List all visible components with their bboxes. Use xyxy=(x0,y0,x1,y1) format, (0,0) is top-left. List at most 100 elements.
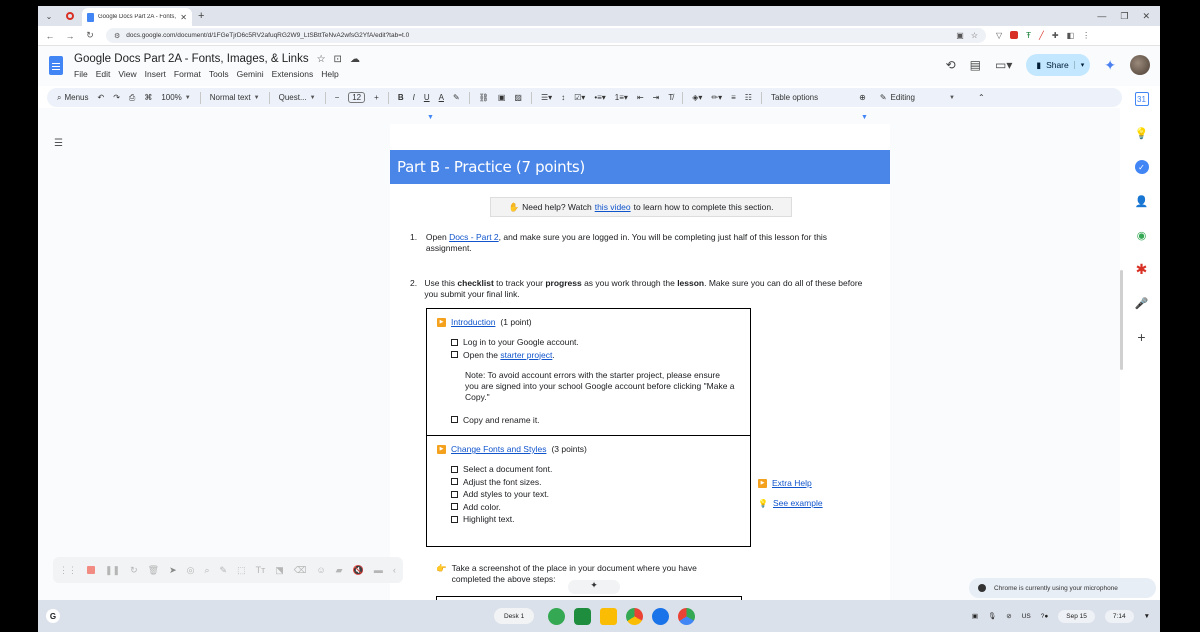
change-fonts-link[interactable]: Change Fonts and Styles xyxy=(451,444,546,454)
share-button[interactable]: ▮ Share ▾ xyxy=(1026,54,1091,76)
calendar-icon[interactable]: 31 xyxy=(1134,92,1149,106)
text-extension-icon[interactable]: Ŧ xyxy=(1026,31,1031,40)
time-display[interactable]: 7:14 xyxy=(1104,609,1134,623)
undo-icon[interactable]: ↶ xyxy=(98,93,105,102)
red-extension-icon[interactable] xyxy=(1010,31,1019,39)
meet-icon[interactable]: ▭▾ xyxy=(995,58,1012,72)
keyboard-locale[interactable]: US xyxy=(1022,613,1031,620)
spotlight-icon[interactable]: ◎ xyxy=(187,565,195,576)
pause-icon[interactable]: ❚❚ xyxy=(105,565,120,576)
menu-edit[interactable]: Edit xyxy=(96,69,111,79)
select-area-icon[interactable]: ⬚ xyxy=(237,565,246,576)
screen-capture-icon[interactable]: ▣ xyxy=(972,612,978,620)
menu-format[interactable]: Format xyxy=(174,69,201,79)
checkbox-icon[interactable] xyxy=(451,465,458,473)
menu-tools[interactable]: Tools xyxy=(209,69,229,79)
forward-icon[interactable]: → xyxy=(62,31,78,41)
video-link[interactable]: this video xyxy=(595,202,631,212)
style-select[interactable]: Normal text ▼ xyxy=(210,93,260,102)
decrease-indent-icon[interactable]: ⇤ xyxy=(637,93,644,102)
tray-microphone-icon[interactable]: 🎙 xyxy=(988,612,996,620)
cast-icon[interactable]: ▣ xyxy=(956,31,964,40)
collapse-icon[interactable]: ‹ xyxy=(393,565,396,575)
checklist-item[interactable]: Select a document font. xyxy=(451,464,740,474)
shape-tool-icon[interactable]: ⬔ xyxy=(275,565,284,576)
checklist-item[interactable]: Highlight text. xyxy=(451,514,740,524)
document-canvas[interactable]: ▼ ▼ ☰ Part B - Practice (7 points) ✋ Nee… xyxy=(38,108,1120,612)
share-dropdown-icon[interactable]: ▾ xyxy=(1073,61,1084,69)
text-tool-icon[interactable]: Tт xyxy=(256,565,266,575)
new-tab-icon[interactable]: + xyxy=(198,10,204,22)
help-icon[interactable]: ?● xyxy=(1041,613,1049,620)
asterisk-addon-icon[interactable]: ✱ xyxy=(1135,261,1149,277)
highlighter-icon[interactable]: ▰ xyxy=(336,565,343,576)
text-color-icon[interactable]: A xyxy=(439,93,444,102)
minimize-icon[interactable]: — xyxy=(1097,11,1106,22)
italic-icon[interactable]: I xyxy=(413,93,415,102)
bold-icon[interactable]: B xyxy=(398,93,404,102)
add-addon-icon[interactable]: + xyxy=(1135,329,1149,345)
checklist-item[interactable]: Add styles to your text. xyxy=(451,489,740,499)
maps-icon[interactable]: ◉ xyxy=(1135,228,1149,242)
tab-close-icon[interactable]: ✕ xyxy=(180,13,187,22)
docs-logo-icon[interactable] xyxy=(49,56,63,75)
shield-extension-icon[interactable]: ▽ xyxy=(996,31,1002,40)
launcher-icon[interactable]: G xyxy=(46,609,60,623)
comments-icon[interactable]: ▤ xyxy=(970,58,981,72)
play-store-app-icon[interactable] xyxy=(678,607,696,625)
increase-font-size-icon[interactable]: + xyxy=(374,93,379,102)
docs-part2-link[interactable]: Docs - Part 2 xyxy=(449,232,499,242)
no-entry-icon[interactable]: ⊘ xyxy=(1006,612,1011,620)
stop-recording-icon[interactable] xyxy=(87,566,95,574)
move-folder-icon[interactable]: ⊡ xyxy=(334,54,342,65)
restart-icon[interactable]: ↻ xyxy=(130,565,138,576)
profile-icon[interactable]: ◧ xyxy=(1067,31,1075,40)
pen-extension-icon[interactable]: ╱ xyxy=(1039,31,1044,40)
decrease-font-size-icon[interactable]: − xyxy=(335,93,340,102)
version-history-icon[interactable]: ⟲ xyxy=(946,58,956,72)
collapse-toolbar-icon[interactable]: ⌃ xyxy=(978,93,985,102)
menu-help[interactable]: Help xyxy=(321,69,338,79)
add-comment-icon[interactable]: ▣ xyxy=(498,93,506,102)
avatar[interactable] xyxy=(1130,55,1150,75)
line-spacing-icon[interactable]: ↕ xyxy=(561,93,565,102)
table-options-button[interactable]: Table options xyxy=(771,93,818,102)
wifi-icon[interactable]: ▼ xyxy=(1144,613,1150,620)
back-icon[interactable]: ← xyxy=(42,31,58,41)
mute-icon[interactable]: 🔇 xyxy=(353,565,364,576)
address-bar[interactable]: ⚙ docs.google.com/document/d/1FGeTjrD6c5… xyxy=(106,28,986,43)
checkbox-icon[interactable] xyxy=(451,503,458,510)
cloud-saved-icon[interactable]: ☁ xyxy=(350,54,360,65)
menu-file[interactable]: File xyxy=(74,69,88,79)
tasks-icon[interactable]: ✓ xyxy=(1134,160,1149,174)
checkbox-icon[interactable] xyxy=(451,478,458,485)
redo-icon[interactable]: ↷ xyxy=(113,93,120,102)
see-example-link[interactable]: See example xyxy=(773,498,823,508)
phone-hub-app-icon[interactable] xyxy=(548,607,566,625)
checkbox-icon[interactable] xyxy=(451,490,458,498)
cell-fill-icon[interactable]: ◈▾ xyxy=(692,93,702,102)
trash-icon[interactable]: 🗑 xyxy=(148,565,159,576)
document-outline-icon[interactable]: ☰ xyxy=(54,138,63,149)
chrome-menu-icon[interactable]: ⋮ xyxy=(1082,31,1090,40)
insert-image-icon[interactable]: ▨ xyxy=(514,93,522,102)
print-icon[interactable]: ⎙ xyxy=(129,93,135,103)
star-icon[interactable]: ☆ xyxy=(317,54,326,65)
tab-search-icon[interactable]: ⌄ xyxy=(42,9,56,23)
site-info-icon[interactable]: ⚙ xyxy=(114,32,120,40)
editing-mode-select[interactable]: ⊕ ✎ Editing ▼ xyxy=(859,93,955,102)
menu-insert[interactable]: Insert xyxy=(145,69,166,79)
date-display[interactable]: Sep 15 xyxy=(1058,609,1095,623)
bookmark-star-icon[interactable]: ☆ xyxy=(971,31,978,40)
border-dash-icon[interactable]: ☷ xyxy=(745,93,752,102)
cursor-icon[interactable]: ➤ xyxy=(169,565,177,576)
drag-handle-icon[interactable]: ⋮⋮ xyxy=(59,565,77,576)
document-title[interactable]: Google Docs Part 2A - Fonts, Images, & L… xyxy=(74,53,309,65)
bulleted-list-icon[interactable]: •≡▾ xyxy=(594,93,605,102)
introduction-link[interactable]: Introduction xyxy=(451,317,495,327)
emoji-icon[interactable]: ☺ xyxy=(316,565,325,575)
eraser-icon[interactable]: ⌫ xyxy=(294,565,307,576)
document-page[interactable]: Part B - Practice (7 points) ✋ Need help… xyxy=(390,124,890,612)
files-app-icon[interactable] xyxy=(652,607,670,625)
contacts-icon[interactable]: 👤 xyxy=(1135,194,1149,208)
